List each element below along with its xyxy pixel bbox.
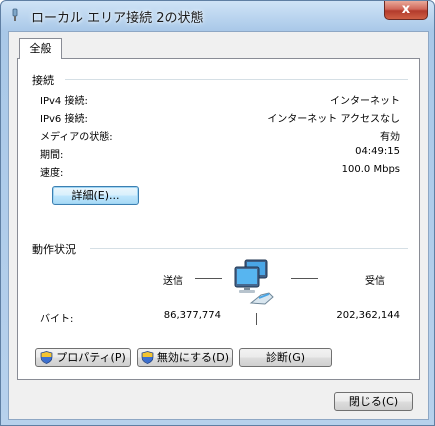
ipv4-value: インターネット [330, 96, 400, 107]
close-button[interactable]: 閉じる(C) [334, 392, 413, 411]
close-window-button[interactable]: x [384, 1, 428, 20]
duration-value: 04:49:15 [355, 146, 400, 157]
sent-label: 送信 [163, 276, 183, 287]
uac-shield-icon [40, 351, 53, 364]
network-adapter-icon [12, 8, 18, 21]
title-bar[interactable]: ローカル エリア接続 2の状態 x [1, 1, 434, 31]
media-state-value: 有効 [380, 132, 400, 143]
ipv6-label: IPv6 接続: [40, 114, 88, 125]
bytes-sent-value: 86,377,774 [163, 310, 221, 321]
speed-value: 100.0 Mbps [341, 164, 400, 175]
network-computers-icon [234, 259, 274, 305]
ipv6-value: インターネット アクセスなし [267, 114, 400, 125]
bytes-label: バイト: [40, 314, 74, 325]
received-label: 受信 [365, 276, 385, 287]
ipv4-label: IPv4 接続: [40, 96, 88, 107]
activity-group-title: 動作状況 [32, 243, 76, 256]
connection-divider [65, 79, 408, 80]
diagnose-button[interactable]: 診断(G) [239, 348, 332, 367]
connection-group-title: 接続 [32, 74, 54, 87]
disable-button[interactable]: 無効にする(D) [137, 348, 233, 367]
tab-general[interactable]: 全般 [19, 38, 62, 59]
media-state-label: メディアの状態: [40, 132, 113, 143]
status-window: ローカル エリア接続 2の状態 x 全般 接続 IPv4 接続: インターネット… [0, 0, 435, 426]
properties-button[interactable]: プロパティ(P) [35, 348, 131, 367]
uac-shield-icon [141, 351, 154, 364]
received-line [291, 278, 318, 279]
tab-panel-general: 接続 IPv4 接続: インターネット IPv6 接続: インターネット アクセ… [17, 58, 420, 380]
dialog-client: 全般 接続 IPv4 接続: インターネット IPv6 接続: インターネット … [8, 31, 429, 420]
window-title: ローカル エリア接続 2の状態 [31, 11, 204, 26]
duration-label: 期間: [40, 150, 64, 161]
activity-divider [90, 248, 408, 249]
properties-label: プロパティ(P) [56, 351, 126, 364]
speed-label: 速度: [40, 168, 64, 179]
sent-line [195, 278, 222, 279]
bytes-divider [256, 313, 257, 325]
bytes-received-value: 202,362,144 [336, 310, 400, 321]
details-button[interactable]: 詳細(E)... [52, 186, 139, 205]
disable-label: 無効にする(D) [156, 351, 230, 364]
